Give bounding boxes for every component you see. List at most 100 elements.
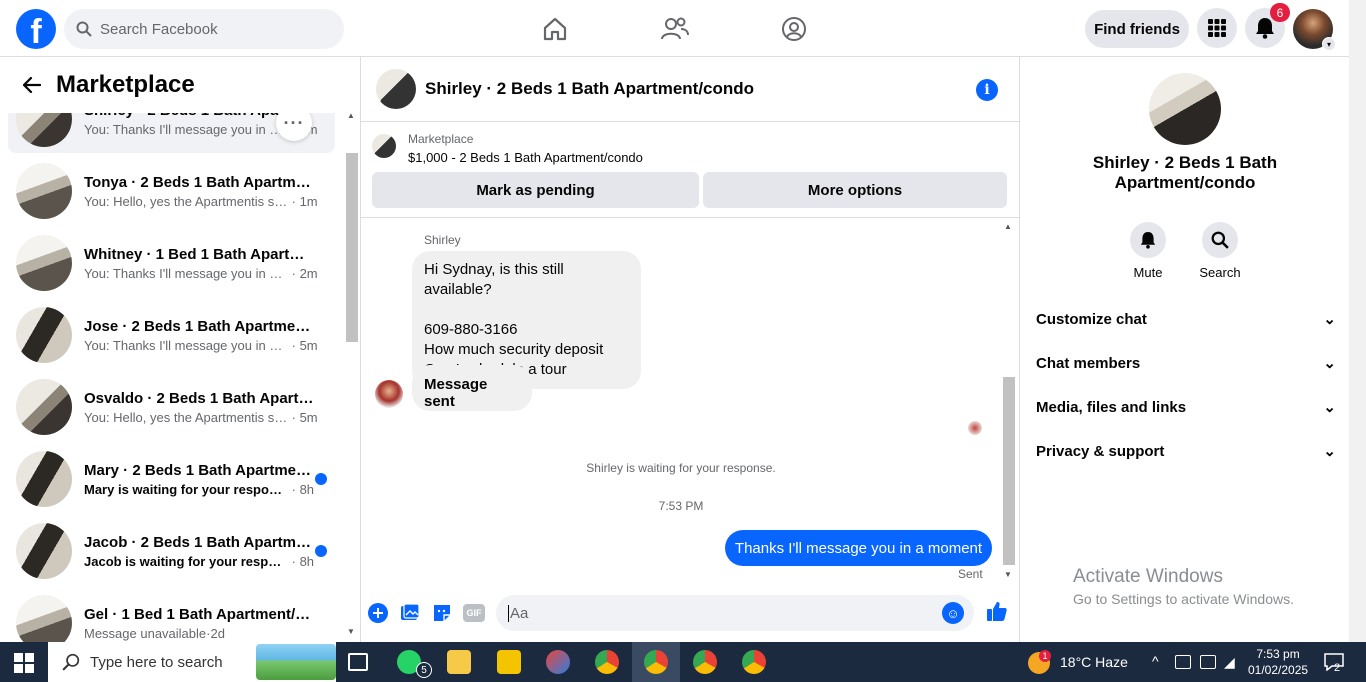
mark-as-pending-button[interactable]: Mark as pending [372, 172, 699, 208]
chevron-down-icon: ▾ [1322, 37, 1336, 51]
unread-dot [315, 545, 327, 557]
photo-icon[interactable] [400, 603, 420, 623]
account-avatar[interactable]: ▾ [1293, 9, 1336, 51]
listing-thumbnail [16, 451, 72, 507]
network-status-icon[interactable] [1175, 655, 1191, 669]
sticky-notes-icon[interactable] [497, 650, 521, 674]
sender-name: Shirley [424, 233, 461, 247]
details-title[interactable]: Shirley · 2 Beds 1 Bath Apartment/condo [1040, 153, 1330, 193]
section-label: Privacy & support [1036, 442, 1165, 460]
chrome-icon[interactable] [693, 650, 717, 674]
whatsapp-badge: 5 [416, 662, 432, 678]
clock-time: 7:53 pm [1256, 647, 1300, 661]
listing-price[interactable]: $1,000 - 2 Beds 1 Bath Apartment/condo [408, 150, 643, 165]
scroll-up-arrow-icon[interactable]: ▲ [1004, 222, 1012, 231]
chrome-icon[interactable] [595, 650, 619, 674]
paint-icon[interactable] [546, 650, 570, 674]
mute-button[interactable]: Mute [1113, 222, 1183, 280]
read-receipt-avatar [968, 421, 982, 435]
search-in-conversation-button[interactable]: Search [1185, 222, 1255, 280]
system-clock[interactable]: 7:53 pm 01/02/2025 [1248, 646, 1308, 678]
home-icon[interactable] [540, 14, 570, 44]
conversation-preview: You: Thanks I'll message you in a moment [84, 337, 288, 353]
search-placeholder: Search Facebook [100, 20, 218, 38]
conversation-item-tonya[interactable]: Tonya · 2 Beds 1 Bath Apartment/condo Yo… [8, 157, 335, 225]
sender-avatar[interactable] [375, 380, 403, 408]
search-label: Search [1199, 265, 1241, 280]
message-timestamp: 7:53 PM [658, 499, 704, 513]
taskbar-search-input[interactable]: Type here to search [48, 642, 336, 682]
conversation-title: Tonya · 2 Beds 1 Bath Apartment/condo [84, 173, 314, 191]
chevron-up-icon[interactable]: ^ [1152, 653, 1159, 669]
chat-scrollbar[interactable]: ▲ ▼ [1002, 222, 1017, 582]
conversation-preview: You: Thanks I'll message you in a moment [84, 121, 288, 137]
chat-members-section[interactable]: Chat members ⌄ [1036, 345, 1336, 381]
more-options-button[interactable]: More options [703, 172, 1007, 208]
chrome-icon[interactable] [644, 650, 668, 674]
listing-thumbnail [16, 523, 72, 579]
page-scrollbar[interactable] [1349, 0, 1366, 642]
conversation-title: Gel · 1 Bed 1 Bath Apartment/condo [84, 605, 314, 623]
taskbar-search-placeholder: Type here to search [90, 653, 223, 671]
details-avatar[interactable] [1149, 73, 1221, 145]
weather-text[interactable]: 18°C Haze [1060, 654, 1128, 670]
task-view-icon[interactable] [348, 653, 368, 671]
listing-thumbnail[interactable] [372, 134, 396, 158]
chat-title[interactable]: Shirley · 2 Beds 1 Bath Apartment/condo [425, 79, 754, 99]
battery-icon[interactable] [1200, 655, 1216, 669]
conversation-list-scrollbar[interactable]: ▲ ▼ [344, 105, 359, 642]
menu-grid-icon[interactable] [1197, 8, 1237, 48]
privacy-support-section[interactable]: Privacy & support ⌄ [1036, 433, 1336, 469]
thumbs-up-icon[interactable] [986, 601, 1008, 621]
gif-icon[interactable]: GIF [463, 603, 485, 623]
windows-start-icon[interactable] [14, 653, 34, 673]
listing-thumbnail [16, 595, 72, 642]
back-arrow-icon[interactable] [12, 65, 52, 105]
conversation-item-jacob[interactable]: Jacob · 2 Beds 1 Bath Apartment/condo Ja… [8, 517, 335, 585]
message-input[interactable]: Aa ☺ [496, 595, 974, 631]
search-icon [1202, 222, 1238, 258]
message-composer: GIF Aa ☺ [361, 586, 1019, 642]
conversation-preview: You: Thanks I'll message you in a moment [84, 265, 288, 281]
unread-dot [315, 473, 327, 485]
wifi-icon[interactable]: ◢ [1224, 654, 1235, 671]
message-sent-bubble[interactable]: Message sent [412, 365, 532, 411]
conversation-title: Mary · 2 Beds 1 Bath Apartment/condo [84, 461, 314, 479]
customize-chat-section[interactable]: Customize chat ⌄ [1036, 301, 1336, 337]
groups-icon[interactable] [779, 14, 809, 44]
plus-icon[interactable] [368, 603, 388, 623]
conversation-preview: You: Hello, yes the Apartmentis still av… [84, 409, 288, 425]
search-facebook-input[interactable]: Search Facebook [64, 9, 344, 49]
chevron-down-icon: ⌄ [1323, 355, 1336, 372]
conversation-item-gel[interactable]: Gel · 1 Bed 1 Bath Apartment/condo Messa… [8, 589, 335, 642]
conversation-item-mary[interactable]: Mary · 2 Beds 1 Bath Apartment/condo Mar… [8, 445, 335, 513]
conversation-item-osvaldo[interactable]: Osvaldo · 2 Beds 1 Bath Apartment/condo … [8, 373, 335, 441]
media-files-links-section[interactable]: Media, files and links ⌄ [1036, 389, 1336, 425]
conversation-preview: Mary is waiting for your response. [84, 481, 288, 497]
file-explorer-icon[interactable] [447, 650, 471, 674]
scrollbar-thumb[interactable] [1003, 377, 1015, 565]
facebook-logo-icon[interactable]: f [16, 9, 56, 49]
search-highlight-image [256, 644, 336, 680]
scroll-down-arrow-icon[interactable]: ▼ [347, 627, 355, 636]
sticker-icon[interactable] [432, 603, 452, 623]
info-icon[interactable]: i [976, 79, 998, 101]
scroll-down-arrow-icon[interactable]: ▼ [1004, 570, 1012, 579]
section-label: Customize chat [1036, 310, 1147, 328]
chevron-down-icon: ⌄ [1323, 399, 1336, 416]
emoji-icon[interactable]: ☺ [942, 602, 964, 624]
conversation-item-jose[interactable]: Jose · 2 Beds 1 Bath Apartment/condo You… [8, 301, 335, 369]
outgoing-message-bubble[interactable]: Thanks I'll message you in a moment [725, 530, 992, 566]
conversation-item-whitney[interactable]: Whitney · 1 Bed 1 Bath Apartment/condo Y… [8, 229, 335, 297]
friends-icon[interactable] [660, 14, 690, 44]
conversation-preview: Message unavailable [84, 625, 207, 641]
search-icon [76, 21, 92, 37]
chrome-icon[interactable] [742, 650, 766, 674]
chat-avatar[interactable] [376, 69, 416, 109]
watermark-title: Activate Windows [1073, 566, 1223, 587]
scrollbar-thumb[interactable] [346, 153, 358, 342]
conversation-preview: Jacob is waiting for your response. [84, 553, 288, 569]
scroll-up-arrow-icon[interactable]: ▲ [347, 111, 355, 120]
find-friends-button[interactable]: Find friends [1085, 10, 1189, 48]
message-thread: Shirley Hi Sydnay, is this still availab… [361, 218, 1019, 586]
